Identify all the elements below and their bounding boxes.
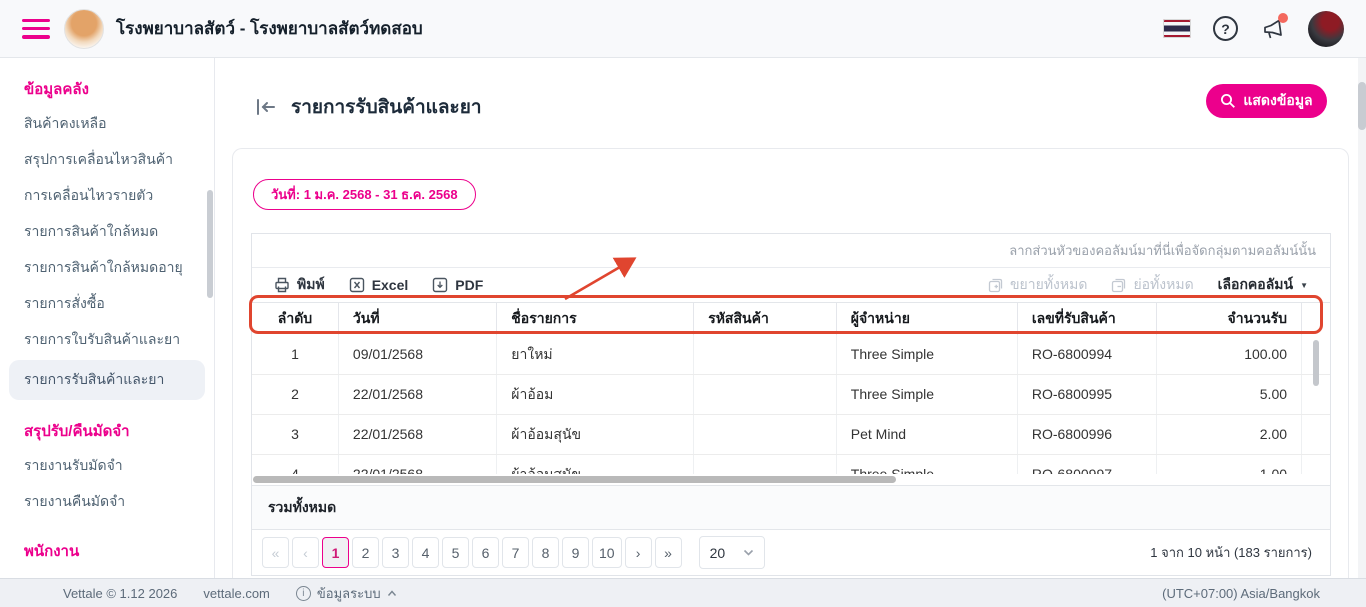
column-header-vendor[interactable]: ผู้จำหน่าย [837, 303, 1018, 335]
column-header-receipt-no[interactable]: เลขที่รับสินค้า [1018, 303, 1158, 335]
page-button-1[interactable]: 1 [322, 537, 349, 568]
data-grid: ลากส่วนหัวของคอลัมน์มาที่นี่เพื่อจัดกลุ่… [251, 233, 1331, 576]
first-page-button[interactable]: « [262, 537, 289, 568]
page-button-6[interactable]: 6 [472, 537, 499, 568]
collapse-sidebar-icon[interactable] [255, 98, 277, 116]
main-content: รายการรับสินค้าและยา แสดงข้อมูล วันที่: … [215, 58, 1358, 578]
chevron-up-icon [387, 590, 397, 597]
sidebar-item-deposit-returned-report[interactable]: รายงานคืนมัดจำ [0, 484, 214, 520]
timezone-label: (UTC+07:00) Asia/Bangkok [1162, 586, 1320, 601]
prev-page-button[interactable]: ‹ [292, 537, 319, 568]
table-row[interactable]: 4 22/01/2568 ผ้าอ้อมสุนัข Three Simple R… [252, 455, 1330, 474]
chevron-down-icon [743, 549, 754, 556]
page-button-2[interactable]: 2 [352, 537, 379, 568]
column-header-item-code[interactable]: รหัสสินค้า [694, 303, 837, 335]
chevron-down-icon: ▼ [1300, 281, 1308, 290]
date-filter-chip[interactable]: วันที่: 1 ม.ค. 2568 - 31 ธ.ค. 2568 [253, 179, 476, 210]
sidebar-item-deposit-received-report[interactable]: รายงานรับมัดจำ [0, 448, 214, 484]
export-excel-button[interactable]: Excel [339, 270, 419, 300]
pagination: « ‹ 1 2 3 4 5 6 7 8 9 10 › » 20 [252, 530, 1330, 575]
printer-icon [274, 277, 290, 293]
table-header-row: ลำดับ วันที่ ชื่อรายการ รหัสสินค้า ผู้จำ… [252, 302, 1330, 335]
help-icon[interactable]: ? [1213, 16, 1238, 41]
choose-columns-button[interactable]: เลือกคอลัมน์ ▼ [1208, 270, 1318, 300]
sidebar-item-stock-remaining[interactable]: สินค้าคงเหลือ [0, 106, 214, 142]
sidebar-section-deposit-summary: สรุปรับ/คืนมัดจำ [0, 414, 214, 448]
sidebar-item-item-movement[interactable]: การเคลื่อนไหวรายตัว [0, 178, 214, 214]
sidebar-item-low-stock[interactable]: รายการสินค้าใกล้หมด [0, 214, 214, 250]
total-row: รวมทั้งหมด [252, 485, 1330, 530]
group-by-panel[interactable]: ลากส่วนหัวของคอลัมน์มาที่นี่เพื่อจัดกลุ่… [252, 234, 1330, 268]
sidebar-item-purchase-orders[interactable]: รายการสั่งซื้อ [0, 286, 214, 322]
language-flag-thai-icon[interactable] [1163, 19, 1191, 38]
page-button-4[interactable]: 4 [412, 537, 439, 568]
sidebar: ข้อมูลคลัง สินค้าคงเหลือ สรุปการเคลื่อนไ… [0, 58, 215, 578]
page-button-3[interactable]: 3 [382, 537, 409, 568]
sidebar-section-staff: พนักงาน [0, 534, 214, 568]
page-button-7[interactable]: 7 [502, 537, 529, 568]
page-button-8[interactable]: 8 [532, 537, 559, 568]
grid-toolbar: พิมพ์ Excel PDF [252, 268, 1330, 302]
sidebar-section-inventory: ข้อมูลคลัง [0, 72, 214, 106]
collapse-all-icon [1111, 278, 1126, 293]
page-button-10[interactable]: 10 [592, 537, 622, 568]
app-title: โรงพยาบาลสัตว์ - โรงพยาบาลสัตว์ทดสอบ [116, 15, 423, 42]
page-title: รายการรับสินค้าและยา [291, 92, 482, 122]
info-icon: i [296, 586, 311, 601]
table-row[interactable]: 3 22/01/2568 ผ้าอ้อมสุนัข Pet Mind RO-68… [252, 415, 1330, 455]
sidebar-item-goods-received[interactable]: รายการรับสินค้าและยา [9, 360, 205, 400]
search-icon [1220, 93, 1236, 109]
sidebar-item-stock-movement-summary[interactable]: สรุปการเคลื่อนไหวสินค้า [0, 142, 214, 178]
table-vertical-scrollbar[interactable] [1313, 340, 1319, 386]
page-button-5[interactable]: 5 [442, 537, 469, 568]
notification-dot [1278, 13, 1288, 23]
page-info: 1 จาก 10 หน้า (183 รายการ) [1150, 542, 1320, 563]
show-data-button[interactable]: แสดงข้อมูล [1206, 84, 1327, 118]
page-scrollbar[interactable] [1358, 58, 1366, 578]
excel-icon [349, 277, 365, 293]
page-size-select[interactable]: 20 [699, 536, 765, 569]
column-header-no[interactable]: ลำดับ [252, 303, 339, 335]
column-header-date[interactable]: วันที่ [339, 303, 497, 335]
last-page-button[interactable]: » [655, 537, 682, 568]
footer: Vettale © 1.12 2026 vettale.com i ข้อมูล… [0, 578, 1366, 607]
clinic-avatar[interactable] [64, 9, 104, 49]
expand-all-button[interactable]: ขยายทั้งหมด [978, 270, 1097, 300]
expand-all-icon [988, 278, 1003, 293]
column-header-qty-received[interactable]: จำนวนรับ [1157, 303, 1302, 335]
column-header-item-name[interactable]: ชื่อรายการ [497, 303, 694, 335]
page-button-9[interactable]: 9 [562, 537, 589, 568]
table-row[interactable]: 1 09/01/2568 ยาใหม่ Three Simple RO-6800… [252, 335, 1330, 375]
report-card: วันที่: 1 ม.ค. 2568 - 31 ธ.ค. 2568 ลากส่… [232, 148, 1349, 578]
footer-copyright: Vettale © 1.12 2026 [63, 586, 177, 601]
table-body: 1 09/01/2568 ยาใหม่ Three Simple RO-6800… [252, 335, 1330, 474]
sidebar-item-goods-receipt-notes[interactable]: รายการใบรับสินค้าและยา [0, 322, 214, 358]
announcements-icon[interactable] [1260, 16, 1286, 42]
collapse-all-button[interactable]: ย่อทั้งหมด [1101, 270, 1203, 300]
next-page-button[interactable]: › [625, 537, 652, 568]
top-bar: โรงพยาบาลสัตว์ - โรงพยาบาลสัตว์ทดสอบ ? [0, 0, 1366, 58]
print-button[interactable]: พิมพ์ [264, 270, 335, 300]
pdf-icon [432, 277, 448, 293]
sidebar-item-near-expiry[interactable]: รายการสินค้าใกล้หมดอายุ [0, 250, 214, 286]
menu-icon[interactable] [22, 19, 50, 39]
system-info[interactable]: i ข้อมูลระบบ [296, 583, 397, 604]
sidebar-scrollbar[interactable] [207, 190, 213, 298]
user-avatar[interactable] [1308, 11, 1344, 47]
table-row[interactable]: 2 22/01/2568 ผ้าอ้อม Three Simple RO-680… [252, 375, 1330, 415]
table-horizontal-scrollbar[interactable] [253, 476, 896, 483]
page-scrollbar-thumb[interactable] [1358, 82, 1366, 130]
group-hint-text: ลากส่วนหัวของคอลัมน์มาที่นี่เพื่อจัดกลุ่… [1009, 240, 1316, 261]
export-pdf-button[interactable]: PDF [422, 270, 493, 300]
footer-website-link[interactable]: vettale.com [203, 586, 269, 601]
